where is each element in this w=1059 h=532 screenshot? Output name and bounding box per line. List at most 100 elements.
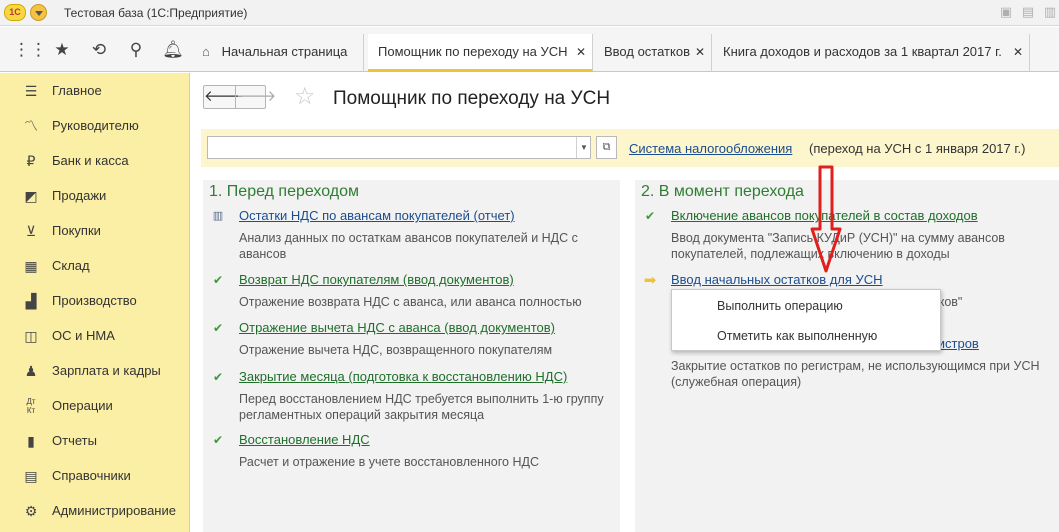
tab-label: Ввод остатков — [604, 44, 690, 59]
sidebar-item-assets[interactable]: ◫ ОС и НМА — [0, 318, 190, 353]
check-icon: ✔ — [212, 433, 224, 447]
close-icon[interactable]: ✕ — [1013, 45, 1023, 59]
current-step-arrow-icon: ➡ — [643, 272, 657, 289]
history-icon[interactable]: ▥ — [1041, 4, 1059, 20]
sidebar-item-salary[interactable]: ♟ Зарплата и кадры — [0, 353, 190, 388]
sidebar-item-label: Руководителю — [52, 118, 139, 133]
notifications-bell-icon[interactable]: 🔔︎ — [161, 39, 185, 61]
menu-item-execute[interactable]: Выполнить операцию — [717, 299, 843, 313]
title-bar: 1С Тестовая база (1С:Предприятие) ▣ ▤ ▥ — [0, 0, 1059, 26]
reports-icon: ▮ — [27, 433, 35, 449]
sidebar-item-label: ОС и НМА — [52, 328, 115, 343]
save-icon[interactable]: ▣ — [997, 4, 1015, 20]
sidebar-item-label: Отчеты — [52, 433, 97, 448]
tab-opening-balances[interactable]: Ввод остатков ✕ — [594, 34, 712, 72]
sidebar-item-label: Покупки — [52, 223, 101, 238]
step-link[interactable]: Отражение вычета НДС с аванса (ввод доку… — [239, 320, 555, 335]
step-description: Перед восстановлением НДС требуется выпо… — [239, 392, 604, 422]
panel-title: 2. В момент перехода — [641, 183, 804, 200]
tab-income-book[interactable]: Книга доходов и расходов за 1 квартал 20… — [713, 34, 1030, 72]
page-title: Помощник по переходу на УСН — [333, 88, 611, 109]
print-icon[interactable]: ▤ — [1019, 4, 1037, 20]
favorites-star-icon[interactable]: ★ — [50, 39, 74, 61]
step-link[interactable]: Остатки НДС по авансам покупателей (отче… — [239, 208, 515, 223]
search-icon[interactable]: ⚲ — [124, 39, 148, 61]
toolbar: ⋮⋮ ★ ⟲ ⚲ 🔔︎ ⌂ Начальная страница Помощни… — [0, 27, 1059, 72]
report-icon: ▥ — [212, 210, 224, 222]
sidebar-item-bank[interactable]: ₽ Банк и касса — [0, 143, 190, 178]
step-context-menu: Выполнить операцию Отметить как выполнен… — [671, 289, 941, 351]
panel-before-transition: 1. Перед переходом ▥ Остатки НДС по аван… — [203, 180, 620, 532]
tab-label: Книга доходов и расходов за 1 квартал 20… — [723, 44, 1002, 59]
back-arrow-icon[interactable]: 🡐 — [204, 86, 244, 108]
tab-label: Начальная страница — [221, 44, 348, 59]
step-link[interactable]: Восстановление НДС — [239, 432, 370, 447]
step-link[interactable]: Возврат НДС покупателям (ввод документов… — [239, 272, 514, 287]
gear-icon: ⚙ — [24, 503, 38, 519]
organization-select[interactable]: ▼ — [207, 136, 591, 159]
sidebar-item-label: Администрирование — [52, 503, 176, 518]
sidebar: ☰ Главное 〽 Руководителю ₽ Банк и касса … — [0, 73, 190, 532]
tab-home[interactable]: ⌂ Начальная страница — [192, 34, 364, 72]
sidebar-item-reports[interactable]: ▮ Отчеты — [0, 423, 190, 458]
apps-grid-icon[interactable]: ⋮⋮ — [13, 39, 47, 61]
dt-kt-icon: Дт Кт — [26, 397, 36, 415]
sidebar-item-manager[interactable]: 〽 Руководителю — [0, 108, 190, 143]
step-description: Отражение вычета НДС, возвращенного поку… — [239, 343, 553, 357]
sidebar-item-warehouse[interactable]: ▦ Склад — [0, 248, 190, 283]
panel-at-transition: 2. В момент перехода ✔ Включение авансов… — [635, 180, 1059, 532]
step-description: Закрытие остатков по регистрам, не испол… — [671, 359, 1040, 389]
sidebar-item-production[interactable]: ▟ Производство — [0, 283, 190, 318]
sidebar-item-label: Склад — [52, 258, 90, 273]
nav-buttons: 🡐 🡒 — [203, 85, 276, 109]
check-icon: ✔ — [212, 321, 224, 335]
open-icon[interactable]: ⧉ — [596, 136, 617, 159]
sidebar-item-label: Продажи — [52, 188, 107, 203]
check-icon: ✔ — [644, 209, 656, 223]
menu-icon: ☰ — [24, 83, 38, 99]
tax-note: (переход на УСН с 1 января 2017 г.) — [809, 141, 1026, 156]
sidebar-item-label: Операции — [52, 398, 113, 413]
step-description: Анализ данных по остаткам авансов покупа… — [239, 231, 578, 261]
menu-item-mark-done[interactable]: Отметить как выполненную — [717, 329, 877, 343]
cart-icon: ⊻ — [25, 223, 37, 239]
close-icon[interactable]: ✕ — [576, 45, 586, 59]
check-icon: ✔ — [212, 370, 224, 384]
home-icon: ⌂ — [202, 44, 210, 59]
tab-label: Помощник по переходу на УСН — [378, 44, 568, 59]
sidebar-item-label: Справочники — [52, 468, 131, 483]
tax-system-link[interactable]: Система налогообложения — [629, 141, 792, 156]
tab-usn-assistant[interactable]: Помощник по переходу на УСН ✕ — [368, 34, 593, 72]
sidebar-item-label: Производство — [52, 293, 137, 308]
warehouse-icon: ▦ — [24, 258, 38, 274]
chevron-down-icon[interactable]: ▼ — [576, 137, 591, 158]
main-menu-button[interactable] — [30, 4, 47, 21]
annotation-arrow-icon — [810, 165, 842, 273]
step-description: Расчет и отражение в учете восстановленн… — [239, 455, 539, 469]
sidebar-item-main[interactable]: ☰ Главное — [0, 73, 190, 108]
check-icon: ✔ — [212, 273, 224, 287]
bag-icon: ◩ — [24, 188, 38, 204]
app-title: Тестовая база (1С:Предприятие) — [64, 6, 248, 20]
close-icon[interactable]: ✕ — [695, 45, 705, 59]
chart-line-icon: 〽 — [24, 118, 38, 134]
sidebar-item-administration[interactable]: ⚙ Администрирование — [0, 493, 190, 528]
sidebar-item-label: Зарплата и кадры — [52, 363, 161, 378]
sidebar-item-label: Банк и касса — [52, 153, 129, 168]
sidebar-item-label: Главное — [52, 83, 102, 98]
forward-arrow-icon[interactable]: 🡒 — [236, 86, 276, 108]
factory-icon: ▟ — [25, 293, 37, 309]
step-link[interactable]: Закрытие месяца (подготовка к восстановл… — [239, 369, 567, 384]
sidebar-item-purchases[interactable]: ⊻ Покупки — [0, 213, 190, 248]
sidebar-item-operations[interactable]: Дт Кт Операции — [0, 388, 190, 423]
history-icon[interactable]: ⟲ — [87, 39, 111, 61]
ruble-icon: ₽ — [26, 153, 36, 169]
organization-bar: ▼ ⧉ Система налогообложения (переход на … — [201, 129, 1059, 167]
sidebar-item-references[interactable]: ▤ Справочники — [0, 458, 190, 493]
book-icon: ▤ — [24, 468, 38, 484]
sidebar-item-sales[interactable]: ◩ Продажи — [0, 178, 190, 213]
step-link[interactable]: Ввод начальных остатков для УСН — [671, 272, 883, 287]
favorite-star-icon[interactable]: ☆ — [294, 84, 316, 110]
panel-title: 1. Перед переходом — [209, 183, 360, 200]
step-description: Отражение возврата НДС с аванса, или ава… — [239, 295, 582, 309]
